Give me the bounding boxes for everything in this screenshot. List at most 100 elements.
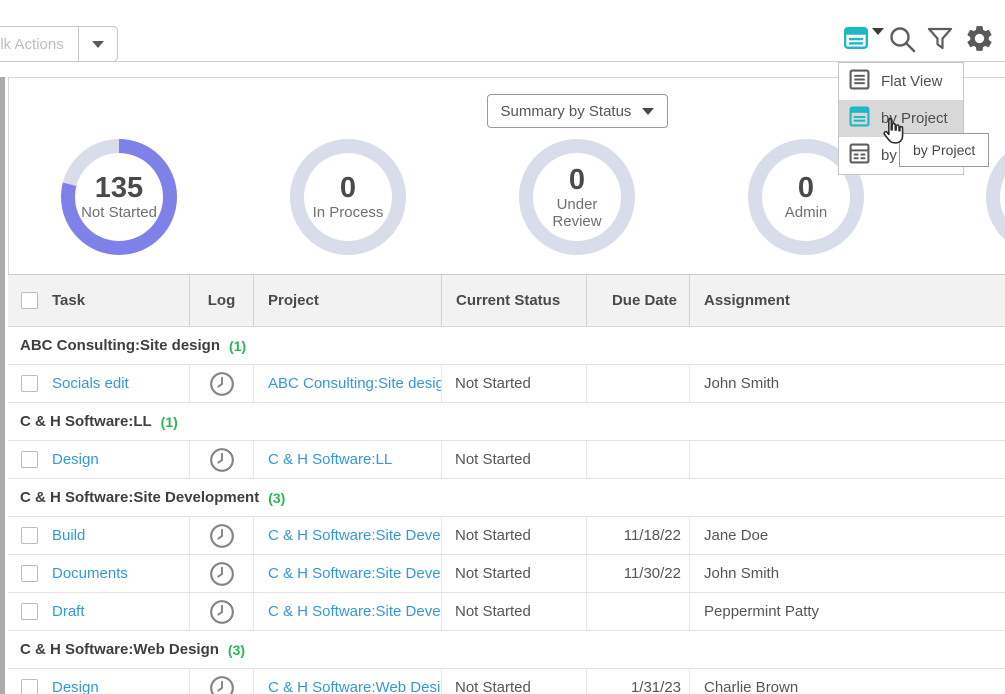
row-checkbox[interactable]: [21, 603, 38, 620]
view-switcher-button[interactable]: [843, 25, 883, 53]
column-label: Task: [52, 292, 85, 309]
log-time-button[interactable]: [209, 561, 235, 587]
project-link[interactable]: C & H Software:Site Deve: [254, 555, 442, 592]
log-cell: [190, 365, 254, 402]
donut-value: 0: [340, 173, 356, 203]
bulk-actions-label: Bulk Actions: [0, 36, 78, 53]
log-cell: [190, 517, 254, 554]
project-link[interactable]: C & H Software:LL: [254, 441, 442, 478]
assignment-cell: [690, 441, 1005, 478]
tooltip: by Project: [899, 133, 989, 167]
status-cell: Not Started: [442, 441, 587, 478]
group-name: ABC Consulting:Site design: [20, 337, 220, 354]
task-link[interactable]: Design: [52, 451, 99, 468]
clock-icon: [209, 561, 235, 587]
project-link[interactable]: C & H Software:Web Desi: [254, 669, 442, 694]
table-row: Socials edit ABC Consulting:Site desig N…: [8, 365, 1005, 403]
tasks-table: Task Log Project Current Status Due Date…: [8, 274, 1005, 694]
log-cell: [190, 669, 254, 694]
assignment-cell: Peppermint Patty: [690, 593, 1005, 630]
due-date-cell: [587, 593, 690, 630]
table-row: Design C & H Software:Web Desi Not Start…: [8, 669, 1005, 694]
project-group-header: C & H Software:LL (1): [8, 403, 1005, 441]
search-button[interactable]: [887, 24, 918, 60]
task-link[interactable]: Documents: [52, 565, 128, 582]
filter-button[interactable]: [926, 26, 954, 57]
task-cell: Documents: [8, 555, 190, 592]
due-date-cell: [587, 441, 690, 478]
select-all-checkbox[interactable]: [21, 292, 38, 309]
donut-label: Under Review: [535, 196, 619, 230]
donut-value: 0: [569, 165, 585, 195]
due-date-cell: 11/18/22: [587, 517, 690, 554]
column-header-assignment: Assignment: [690, 275, 1005, 326]
status-donut-not-started[interactable]: 135 Not Started: [61, 139, 177, 255]
log-time-button[interactable]: [209, 523, 235, 549]
bulk-actions-button[interactable]: Bulk Actions: [0, 26, 118, 62]
column-label: Assignment: [704, 292, 790, 309]
row-checkbox[interactable]: [21, 565, 38, 582]
status-cell: Not Started: [442, 593, 587, 630]
due-date-cell: [587, 365, 690, 402]
donut-center: 0 Admin: [762, 153, 850, 241]
filter-funnel-icon: [926, 26, 954, 52]
status-cell: Not Started: [442, 555, 587, 592]
status-cell: Not Started: [442, 365, 587, 402]
project-link[interactable]: C & H Software:Site Deve: [254, 517, 442, 554]
app-root: { "topbar": { "bulk_actions_label": "Bul…: [0, 0, 1005, 694]
group-task-count: (1): [161, 414, 178, 430]
assignment-cell: John Smith: [690, 555, 1005, 592]
donut-value: 0: [798, 173, 814, 203]
row-checkbox[interactable]: [21, 679, 38, 694]
table-row: Build C & H Software:Site Deve Not Start…: [8, 517, 1005, 555]
status-donut-under-review[interactable]: 0 Under Review: [519, 139, 635, 255]
due-date-cell: 11/30/22: [587, 555, 690, 592]
clock-icon: [209, 447, 235, 473]
clock-icon: [209, 675, 235, 694]
tooltip-text: by Project: [913, 142, 975, 158]
group-task-count: (1): [229, 338, 246, 354]
log-time-button[interactable]: [209, 599, 235, 625]
project-link[interactable]: ABC Consulting:Site desig: [254, 365, 442, 402]
search-icon: [887, 24, 918, 55]
task-link[interactable]: Socials edit: [52, 375, 129, 392]
log-time-button[interactable]: [209, 447, 235, 473]
task-link[interactable]: Build: [52, 527, 85, 544]
list-view-icon: [843, 25, 869, 56]
caret-down-icon: [92, 41, 104, 48]
table-body: ABC Consulting:Site design (1) Socials e…: [8, 327, 1005, 694]
donut-value: 135: [95, 173, 143, 203]
task-link[interactable]: Draft: [52, 603, 85, 620]
column-header-due-date: Due Date: [587, 275, 690, 326]
table-row: Design C & H Software:LL Not Started: [8, 441, 1005, 479]
table-header: Task Log Project Current Status Due Date…: [8, 275, 1005, 327]
row-checkbox[interactable]: [21, 527, 38, 544]
log-time-button[interactable]: [209, 675, 235, 694]
task-cell: Design: [8, 669, 190, 694]
settings-button[interactable]: [964, 23, 995, 59]
summary-select-label: Summary by Status: [501, 103, 632, 120]
donut-center: 0 Under Review: [533, 153, 621, 241]
column-label: Project: [268, 292, 319, 309]
due-date-cell: 1/31/23: [587, 669, 690, 694]
menu-item-by-project[interactable]: by Project: [839, 100, 963, 137]
project-group-header: ABC Consulting:Site design (1): [8, 327, 1005, 365]
task-link[interactable]: Design: [52, 679, 99, 694]
assignment-cell: John Smith: [690, 365, 1005, 402]
project-link[interactable]: C & H Software:Site Deve: [254, 593, 442, 630]
column-label: Due Date: [612, 292, 677, 309]
row-checkbox[interactable]: [21, 451, 38, 468]
group-name: C & H Software:Site Development: [20, 489, 259, 506]
menu-item-flat-view[interactable]: Flat View: [839, 63, 963, 100]
row-checkbox[interactable]: [21, 375, 38, 392]
log-time-button[interactable]: [209, 371, 235, 397]
column-header-current-status: Current Status: [442, 275, 587, 326]
log-cell: [190, 555, 254, 592]
status-cell: Not Started: [442, 669, 587, 694]
column-label: Current Status: [456, 292, 560, 309]
donut-label: In Process: [306, 204, 390, 221]
table-row: Draft C & H Software:Site Deve Not Start…: [8, 593, 1005, 631]
gear-icon: [964, 23, 995, 54]
status-donut-in-process[interactable]: 0 In Process: [290, 139, 406, 255]
summary-by-status-select[interactable]: Summary by Status: [487, 94, 668, 128]
